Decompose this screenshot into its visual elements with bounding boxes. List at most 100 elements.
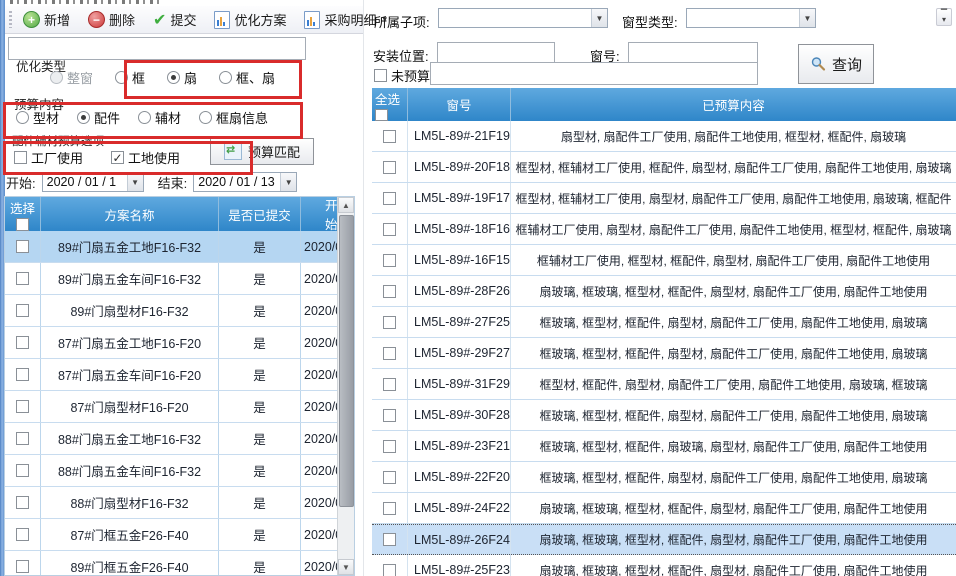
window-table-row[interactable]: LM5L-89#-30F28框玻璃, 框型材, 框配件, 扇型材, 扇配件工厂使… <box>372 400 956 431</box>
row-checkbox[interactable] <box>16 496 29 509</box>
window-table-row[interactable]: LM5L-89#-29F27框玻璃, 框型材, 框配件, 扇型材, 扇配件工厂使… <box>372 338 956 369</box>
window-table-row[interactable]: LM5L-89#-25F23扇玻璃, 框玻璃, 框型材, 框配件, 扇型材, 扇… <box>372 555 956 576</box>
scroll-up-icon[interactable]: ▲ <box>338 197 354 213</box>
budgeted-content-header[interactable]: 已预算内容 <box>511 88 956 121</box>
start-date-picker[interactable]: 2020 / 01 / 1 ▼ <box>42 172 144 192</box>
window-table-row[interactable]: LM5L-89#-22F20框玻璃, 框型材, 框配件, 扇型材, 扇配件工厂使… <box>372 462 956 493</box>
row-checkbox[interactable] <box>16 432 29 445</box>
row-checkbox[interactable] <box>383 130 396 143</box>
usage-checkbox[interactable]: 工厂使用 <box>14 148 83 167</box>
row-checkbox[interactable] <box>383 471 396 484</box>
install-position-input[interactable] <box>437 42 555 63</box>
row-select-cell <box>372 245 408 275</box>
window-type-select[interactable]: ▼ <box>686 8 816 28</box>
query-button[interactable]: 查询 <box>798 44 874 84</box>
plan-table-row[interactable]: 89#门扇型材F16-F32是2020/0 <box>5 295 354 327</box>
row-checkbox[interactable] <box>383 440 396 453</box>
window-table-row[interactable]: LM5L-89#-20F18框型材, 框辅材工厂使用, 框配件, 扇型材, 扇配… <box>372 152 956 183</box>
window-table-row[interactable]: LM5L-89#-23F21框玻璃, 框型材, 框配件, 扇玻璃, 扇型材, 扇… <box>372 431 956 462</box>
row-checkbox[interactable] <box>383 533 396 546</box>
submitted-header[interactable]: 是否已提交 <box>219 197 301 231</box>
delete-button[interactable]: − 删除 <box>82 7 141 32</box>
usage-checkbox[interactable]: ✓工地使用 <box>111 148 180 167</box>
row-checkbox[interactable] <box>383 378 396 391</box>
row-checkbox[interactable] <box>16 336 29 349</box>
plan-table-row[interactable]: 87#门扇五金工地F16-F20是2020/0 <box>5 327 354 359</box>
chevron-down-icon[interactable]: ▼ <box>591 9 607 27</box>
row-checkbox[interactable] <box>16 368 29 381</box>
submit-button[interactable]: ✔ 提交 <box>147 7 202 33</box>
row-checkbox[interactable] <box>16 528 29 541</box>
budget-content-radio[interactable]: 辅材 <box>138 108 181 127</box>
unbudgeted-checkbox-box[interactable] <box>374 69 387 82</box>
row-checkbox[interactable] <box>16 464 29 477</box>
plan-table-row[interactable]: 88#门扇五金车间F16-F32是2020/0 <box>5 455 354 487</box>
window-table-row[interactable]: LM5L-89#-18F16框辅材工厂使用, 扇型材, 扇配件工厂使用, 扇配件… <box>372 214 956 245</box>
budget-match-button[interactable]: 预算匹配 <box>210 138 314 165</box>
chevron-down-icon[interactable]: ▼ <box>799 9 815 27</box>
chevron-down-icon[interactable]: ▼ <box>280 173 296 191</box>
end-date-label: 结束: <box>158 173 188 192</box>
window-table-row[interactable]: LM5L-89#-28F26扇玻璃, 框玻璃, 框型材, 框配件, 扇型材, 扇… <box>372 276 956 307</box>
row-checkbox[interactable] <box>383 502 396 515</box>
optimize-plan-button[interactable]: 优化方案 <box>208 7 292 32</box>
select-all-checkbox[interactable] <box>16 218 29 231</box>
plan-table-row[interactable]: 89#门框五金F26-F40是2020/0 <box>5 551 354 576</box>
row-checkbox[interactable] <box>16 560 29 573</box>
window-table-row[interactable]: LM5L-89#-31F29框型材, 框配件, 扇型材, 扇配件工厂使用, 扇配… <box>372 369 956 400</box>
plan-table-row[interactable]: 88#门扇五金工地F16-F32是2020/0 <box>5 423 354 455</box>
window-table-row[interactable]: LM5L-89#-19F17框型材, 框辅材工厂使用, 扇型材, 扇配件工厂使用… <box>372 183 956 214</box>
unbudgeted-input[interactable] <box>430 62 758 85</box>
row-checkbox[interactable] <box>383 285 396 298</box>
unbudgeted-checkbox[interactable]: 未预算: <box>374 66 434 85</box>
start-header[interactable]: 开始 <box>301 197 339 231</box>
budget-content-radio[interactable]: 框扇信息 <box>199 108 268 127</box>
window-table-row[interactable]: LM5L-89#-21F19扇型材, 扇配件工厂使用, 扇配件工地使用, 框型材… <box>372 121 956 152</box>
row-checkbox[interactable] <box>383 192 396 205</box>
scroll-down-icon[interactable]: ▼ <box>338 559 354 575</box>
window-no-header[interactable]: 窗号 <box>408 88 511 121</box>
row-checkbox[interactable] <box>383 347 396 360</box>
radio-icon <box>138 111 151 124</box>
budget-content-radio[interactable]: 配件 <box>77 108 120 127</box>
plan-table-scrollbar[interactable]: ▲ ▼ <box>337 197 354 575</box>
row-checkbox[interactable] <box>383 409 396 422</box>
toolbar-overflow-button[interactable]: ▔▾ <box>936 8 952 26</box>
select-all-header-label: 全选 <box>375 89 400 108</box>
sub-item-select[interactable]: ▼ <box>438 8 608 28</box>
window-table-row[interactable]: LM5L-89#-24F22扇玻璃, 框玻璃, 框型材, 框配件, 扇型材, 扇… <box>372 493 956 524</box>
row-checkbox[interactable] <box>383 316 396 329</box>
checkbox-icon[interactable]: ✓ <box>111 151 124 164</box>
checkbox-icon[interactable] <box>14 151 27 164</box>
row-checkbox[interactable] <box>383 223 396 236</box>
plan-table-row[interactable]: 87#门框五金F26-F40是2020/0 <box>5 519 354 551</box>
window-table-row[interactable]: LM5L-89#-16F15框辅材工厂使用, 框型材, 框配件, 扇型材, 扇配… <box>372 245 956 276</box>
row-checkbox[interactable] <box>16 304 29 317</box>
plan-table-row[interactable]: 89#门扇五金工地F16-F32是2020/0 <box>5 231 354 263</box>
plan-name-cell: 89#门扇五金车间F16-F32 <box>41 263 219 294</box>
select-all-checkbox[interactable] <box>375 109 388 121</box>
row-checkbox[interactable] <box>16 240 29 253</box>
optimize-type-radio[interactable]: 框、扇 <box>219 68 275 87</box>
window-no-input[interactable] <box>628 42 758 63</box>
window-table-row[interactable]: LM5L-89#-26F24扇玻璃, 框玻璃, 框型材, 框配件, 扇型材, 扇… <box>372 524 956 555</box>
row-checkbox[interactable] <box>383 564 396 576</box>
end-date-picker[interactable]: 2020 / 01 / 13 ▼ <box>193 172 297 192</box>
plan-table-row[interactable]: 87#门扇型材F16-F20是2020/0 <box>5 391 354 423</box>
budget-content-radio[interactable]: 型材 <box>16 108 59 127</box>
add-button[interactable]: + 新增 <box>17 7 76 32</box>
scrollbar-thumb[interactable] <box>339 215 354 507</box>
window-table-row[interactable]: LM5L-89#-27F25框玻璃, 框型材, 框配件, 扇型材, 扇配件工厂使… <box>372 307 956 338</box>
plan-name-cell: 89#门框五金F26-F40 <box>41 551 219 576</box>
row-checkbox[interactable] <box>383 254 396 267</box>
row-checkbox[interactable] <box>16 272 29 285</box>
plan-table-row[interactable]: 88#门扇型材F16-F32是2020/0 <box>5 487 354 519</box>
optimize-type-radio[interactable]: 扇 <box>167 68 197 87</box>
row-checkbox[interactable] <box>383 161 396 174</box>
optimize-type-radio[interactable]: 框 <box>115 68 145 87</box>
chevron-down-icon[interactable]: ▼ <box>127 173 143 191</box>
plan-table-row[interactable]: 89#门扇五金车间F16-F32是2020/0 <box>5 263 354 295</box>
row-checkbox[interactable] <box>16 400 29 413</box>
plan-name-header[interactable]: 方案名称 <box>41 197 219 231</box>
plan-table-row[interactable]: 87#门扇五金车间F16-F20是2020/0 <box>5 359 354 391</box>
